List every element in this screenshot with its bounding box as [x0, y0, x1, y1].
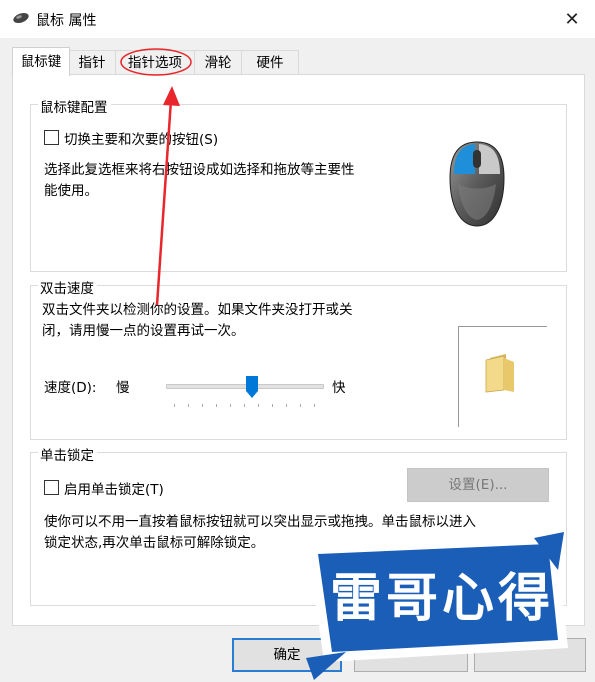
slow-label: 慢: [116, 380, 130, 396]
click-lock-label: 启用单击锁定(T): [64, 482, 164, 498]
tab-pointer-options[interactable]: 指针选项: [115, 50, 195, 75]
button-config-title: 鼠标键配置: [38, 96, 111, 116]
tab-wheel[interactable]: 滑轮: [194, 50, 242, 75]
slider-tick: [314, 404, 315, 407]
close-icon: ✕: [564, 8, 580, 30]
mouse-icon: [449, 141, 505, 227]
slider-tick: [230, 404, 231, 407]
slider-tick: [202, 404, 203, 407]
slider-tick: [216, 404, 217, 407]
window-title: 鼠标 属性: [36, 13, 97, 29]
slider-tick: [286, 404, 287, 407]
double-click-desc-line1: 双击文件夹以检测你的设置。如果文件夹没打开或关: [42, 302, 353, 318]
tab-buttons[interactable]: 鼠标键: [12, 47, 70, 76]
double-click-desc-line2: 闭，请用慢一点的设置再试一次。: [42, 323, 245, 339]
tab-hardware[interactable]: 硬件: [241, 50, 299, 75]
close-button[interactable]: ✕: [556, 4, 588, 34]
slider-tick: [258, 404, 259, 407]
button-config-desc-line2: 能使用。: [44, 183, 98, 199]
folder-icon[interactable]: [484, 352, 520, 394]
speed-slider-thumb[interactable]: [245, 376, 258, 398]
click-lock-desc-line2: 锁定状态,再次单击鼠标可解除锁定。: [44, 535, 265, 551]
slider-tick: [300, 404, 301, 407]
click-lock-settings-button[interactable]: 设置(E)...: [407, 468, 549, 502]
watermark-badge: 雷哥心得: [306, 532, 568, 680]
double-click-title: 双击速度: [38, 277, 97, 297]
slider-tick: [244, 404, 245, 407]
button-config-desc-line1: 选择此复选框来将右按钮设成如选择和拖放等主要性: [44, 162, 355, 178]
slider-tick: [188, 404, 189, 407]
switch-buttons-label: 切换主要和次要的按钮(S): [64, 132, 219, 148]
watermark-text: 雷哥心得: [330, 569, 554, 629]
mouse-app-icon: [13, 12, 29, 24]
click-lock-title: 单击锁定: [38, 444, 97, 464]
tab-pointers[interactable]: 指针: [68, 50, 116, 75]
click-lock-checkbox[interactable]: [44, 480, 59, 495]
slider-tick: [272, 404, 273, 407]
slider-tick: [174, 404, 175, 407]
speed-label: 速度(D):: [44, 380, 97, 396]
fast-label: 快: [332, 380, 346, 396]
switch-buttons-checkbox[interactable]: [44, 130, 59, 145]
